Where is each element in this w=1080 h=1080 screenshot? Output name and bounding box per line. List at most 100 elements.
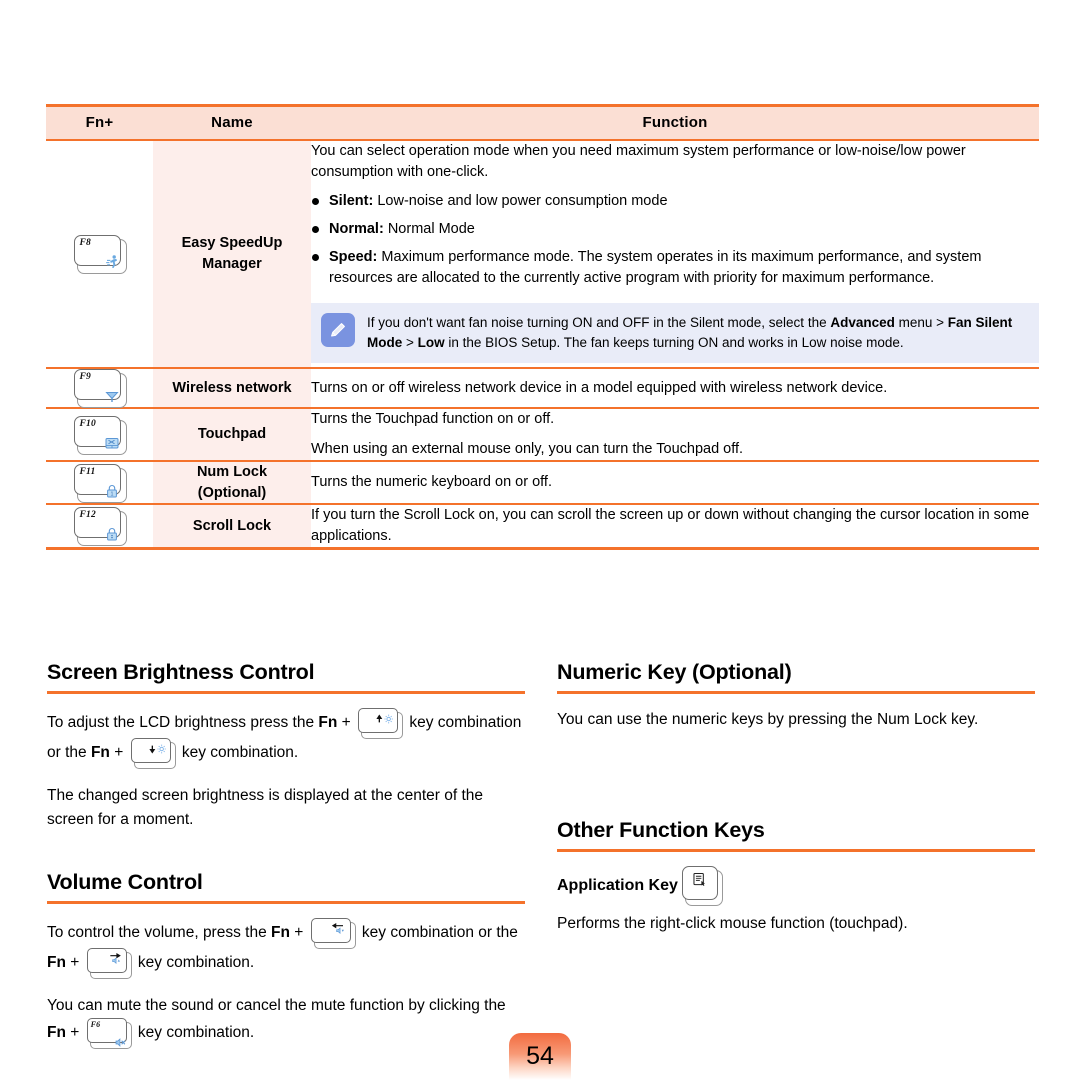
right-column: Numeric Key (Optional) You can use the n… [557,660,1035,936]
brightness-paragraph-1: To adjust the LCD brightness press the F… [47,708,525,769]
brightness-up-key [358,708,404,739]
mute-text-b: key combination. [133,1024,255,1042]
function-cell-num-lock: Turns the numeric keyboard on or off. [311,461,1039,505]
table-row: F12 Scroll Lock If you turn the Scroll L… [46,504,1039,549]
page-title: Other Function Keys [557,818,765,843]
key-cell-f12: F12 [46,504,153,549]
note-part-2: menu > [894,314,948,330]
function-cell-scroll-lock: If you turn the Scroll Lock on, you can … [311,504,1039,549]
application-menu-icon [691,871,708,896]
keycap-label: F11 [79,466,96,477]
wireless-antenna-icon [104,388,120,404]
name-cell-wireless-network: Wireless network [153,368,311,409]
svg-text:1: 1 [110,491,113,497]
name-cell-scroll-lock: Scroll Lock [153,504,311,549]
section-divider [47,901,525,905]
plus-sign: + [65,954,84,972]
function-cell-wireless-network: Turns on or off wireless network device … [311,368,1039,409]
brightness-down-key [130,738,176,769]
keycap-label: F6 [90,1020,101,1030]
keycap-label: F9 [79,372,91,383]
section-divider [557,691,1035,694]
section-other-function-keys: Other Function Keys Application Key Perf… [557,818,1035,936]
keycap-f9: F9 [73,369,127,409]
volume-paragraph-2: You can mute the sound or cancel the mut… [47,994,525,1050]
plus-sign: + [337,714,356,732]
page-number-value: 54 [526,1042,554,1070]
brightness-text-a: To adjust the LCD brightness press the [47,714,319,732]
scrolllock-padlock-icon [104,526,120,542]
page-title: Screen Brightness Control [47,660,315,684]
section-body: You can use the numeric keys by pressing… [557,708,1035,732]
mode-desc: Maximum performance mode. The system ope… [329,248,982,286]
mode-term: Silent: [329,192,374,209]
brightness-paragraph-2: The changed screen brightness is display… [47,787,483,829]
section-divider [47,691,525,694]
section-body: To adjust the LCD brightness press the F… [47,708,525,832]
touchpad-desc-1: Turns the Touchpad function on or off. [311,411,555,428]
volume-paragraph-1: To control the volume, press the Fn + ke… [47,918,525,980]
plus-sign: + [109,744,128,762]
note-part-1: If you don't want fan noise turning ON a… [367,314,831,330]
plus-sign: + [65,1024,84,1042]
table-header-row: Fn+ Name Function [46,105,1039,140]
runner-icon [104,254,120,270]
name-cell-touchpad: Touchpad [153,408,311,462]
document-page: Fn+ Name Function F8 Easy SpeedUp Manage… [0,0,1080,1080]
column-header-name: Name [211,114,253,132]
brightness-up-glyph [370,709,393,724]
fn-label: Fn [318,714,338,732]
keycap-f8: F8 [73,234,127,274]
brightness-text-c: key combination. [177,744,299,762]
fn-label: Fn [271,924,290,942]
name-line-1: Easy SpeedUp [181,235,283,252]
keycap-f11: F11 1 [73,463,127,503]
volume-down-glyph [323,919,344,935]
volume-text-a: To control the volume, press the [47,924,272,942]
table-row: F9 Wireless network Turns on or off wire… [46,368,1039,409]
page-title: Numeric Key (Optional) [557,660,792,684]
name-line-2: Manager [202,255,262,272]
pencil-note-icon [321,312,355,347]
mode-desc: Normal Mode [383,220,475,237]
volume-text-b: key combination or the [357,924,518,942]
mute-text-a: You can mute the sound or cancel the mut… [47,997,506,1015]
volume-up-glyph [99,949,121,965]
name-line-1: Num Lock [196,464,268,481]
volume-up-key [86,948,132,980]
application-key-line: Application Key [557,866,1035,907]
list-item: Speed: Maximum performance mode. The sys… [311,247,1039,289]
volume-text-c: key combination. [133,954,255,972]
function-keys-table: Fn+ Name Function F8 Easy SpeedUp Manage… [46,104,1039,550]
name-line-2: (Optional) [197,484,267,501]
function-cell-easy-speedup: You can select operation mode when you n… [311,139,1039,369]
name-cell-num-lock: Num Lock (Optional) [153,461,311,505]
key-cell-f10: F10 [46,408,153,462]
note-bold-low: Low [417,334,445,350]
numlock-desc: Turns the numeric keyboard on or off. [311,474,552,491]
table-row: F10 Touchpad Turns the Touchpad function… [46,408,1039,462]
section-volume-control: Volume Control To control the volume, pr… [47,870,525,1050]
list-item: Normal: Normal Mode [311,219,1039,240]
plus-sign: + [289,924,308,942]
mute-key-f6: F6 [86,1018,132,1050]
fn-label: Fn [47,1024,66,1042]
table-row: F11 1 Num Lock (Optional) Turns the nume… [46,461,1039,505]
wireless-desc: Turns on or off wireless network device … [311,379,888,396]
volume-down-key [310,918,356,950]
keycap-label: F12 [79,510,96,521]
left-column: Screen Brightness Control To adjust the … [47,660,525,1050]
mode-desc: Low-noise and low power consumption mode [373,192,668,209]
section-numeric-key: Numeric Key (Optional) You can use the n… [557,660,1035,732]
scrolllock-desc: If you turn the Scroll Lock on, you can … [311,507,1030,545]
page-title: Volume Control [47,870,203,895]
table-row: F8 Easy SpeedUp Manager You can select o… [46,139,1039,369]
touchpad-icon [104,435,120,451]
keycap-label: F8 [79,237,91,248]
key-cell-f11: F11 1 [46,461,153,505]
speedup-intro: You can select operation mode when you n… [311,142,966,180]
function-cell-touchpad: Turns the Touchpad function on or off. W… [311,408,1039,462]
section-screen-brightness: Screen Brightness Control To adjust the … [47,660,525,832]
note-bold-advanced: Advanced [830,314,895,330]
section-divider [557,849,1035,853]
